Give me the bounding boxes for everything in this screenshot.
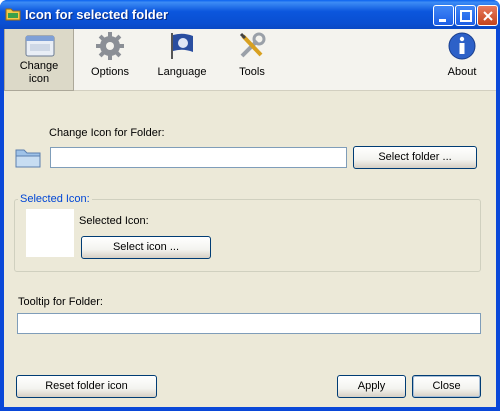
title-bar[interactable]: Icon for selected folder	[0, 0, 500, 29]
folder-icon	[5, 8, 21, 21]
tab-about[interactable]: About	[440, 29, 484, 91]
tab-change-icon-label-2: icon	[28, 73, 50, 85]
toolbar: Change icon Options Language Tools About	[4, 29, 496, 91]
close-button[interactable]: Close	[412, 375, 481, 398]
apply-button[interactable]: Apply	[337, 375, 406, 398]
folder-icon	[15, 149, 41, 168]
gear-icon	[96, 32, 124, 60]
tab-language-label: Language	[157, 66, 207, 78]
close-window-button[interactable]	[477, 5, 498, 26]
tab-options-label: Options	[91, 66, 129, 78]
minimize-icon	[439, 19, 446, 22]
wrench-screwdriver-icon	[239, 32, 266, 58]
tab-change-icon[interactable]: Change icon	[4, 29, 74, 91]
flag-icon	[171, 33, 193, 59]
tab-language[interactable]: Language	[154, 29, 210, 91]
reset-folder-icon-button[interactable]: Reset folder icon	[16, 375, 157, 398]
tab-change-icon-label-1: Change	[19, 60, 59, 72]
select-folder-button[interactable]: Select folder ...	[353, 146, 477, 169]
tab-tools[interactable]: Tools	[229, 29, 275, 91]
icon-preview	[26, 209, 74, 257]
window-title: Icon for selected folder	[25, 7, 169, 22]
change-icon-label: Change Icon for Folder:	[49, 127, 165, 139]
folder-path-input[interactable]	[50, 147, 347, 168]
selected-icon-label: Selected Icon:	[79, 215, 149, 227]
maximize-button[interactable]	[455, 5, 476, 26]
tab-options[interactable]: Options	[80, 29, 140, 91]
client-area: Change icon Options Language Tools About…	[4, 29, 496, 407]
window-frame-icon	[25, 35, 55, 57]
close-icon	[483, 11, 493, 21]
minimize-button[interactable]	[433, 5, 454, 26]
tab-about-label: About	[447, 66, 477, 78]
tooltip-input[interactable]	[17, 313, 481, 334]
tooltip-label: Tooltip for Folder:	[18, 296, 103, 308]
maximize-icon	[460, 10, 472, 22]
info-icon	[448, 32, 476, 60]
app-window: Icon for selected folder Change icon Opt…	[0, 0, 500, 411]
selected-icon-group-title: Selected Icon:	[18, 193, 92, 205]
tab-tools-label: Tools	[239, 66, 265, 78]
select-icon-button[interactable]: Select icon ...	[81, 236, 211, 259]
